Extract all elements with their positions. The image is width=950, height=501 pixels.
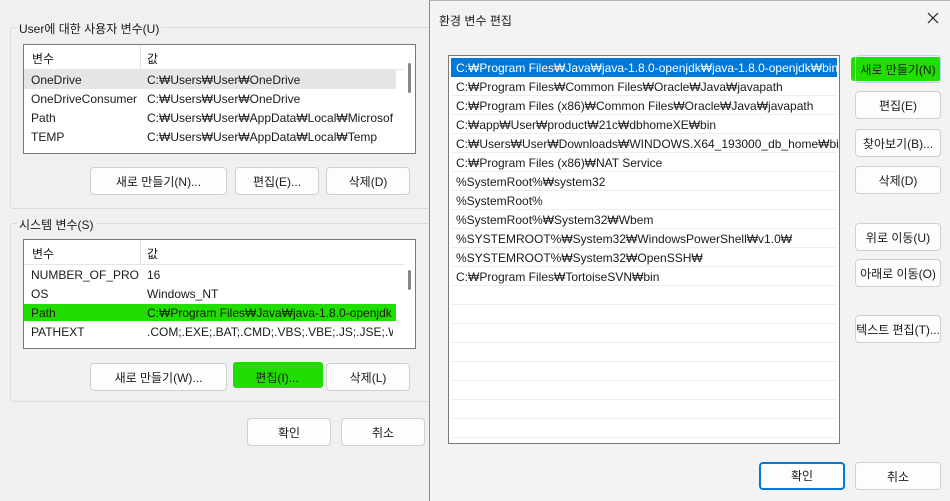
path-entry-text: C:₩Program Files (x86)₩Common Files₩Orac… [456, 99, 814, 113]
user-variables-list[interactable]: 변수 값 OneDrive C:₩Users₩User₩OneDrive One… [23, 44, 416, 154]
path-entry-text: %SYSTEMROOT%₩System32₩OpenSSH₩ [456, 251, 703, 265]
path-entry[interactable]: C:₩app₩User₩product₩21c₩dbhomeXE₩bin [451, 115, 837, 134]
system-delete-button[interactable]: 삭제(L) [326, 363, 410, 391]
system-variables-title: 시스템 변수(S) [17, 216, 96, 233]
path-entry[interactable]: %SystemRoot% [451, 191, 837, 210]
column-header-value[interactable]: 값 [147, 50, 158, 67]
list-header: 변수 값 [24, 45, 415, 70]
path-entry-text: C:₩Users₩User₩Downloads₩WINDOWS.X64_1930… [456, 137, 840, 151]
move-down-button[interactable]: 아래로 이동(O) [855, 259, 941, 287]
variable-value: C:₩Users₩User₩OneDrive [147, 73, 301, 87]
variable-name: Path [31, 111, 56, 125]
empty-row[interactable] [451, 381, 837, 400]
path-entry[interactable]: %SYSTEMROOT%₩System32₩OpenSSH₩ [451, 248, 837, 267]
move-up-button[interactable]: 위로 이동(U) [855, 223, 941, 251]
column-header-variable[interactable]: 변수 [32, 245, 54, 262]
list-header: 변수 값 [24, 240, 415, 265]
scrollbar-thumb[interactable] [408, 63, 411, 93]
path-entry-text: %SYSTEMROOT%₩System32₩WindowsPowerShell₩… [456, 232, 793, 246]
user-edit-button[interactable]: 편집(E)... [235, 167, 319, 195]
close-icon[interactable] [923, 8, 943, 28]
column-separator[interactable] [140, 240, 141, 264]
path-entry[interactable]: %SystemRoot%₩System32₩Wbem [451, 210, 837, 229]
variable-value: 16 [147, 268, 161, 282]
system-new-button[interactable]: 새로 만들기(W)... [90, 363, 227, 391]
path-entry-text: C:₩Program Files₩Common Files₩Oracle₩Jav… [456, 80, 783, 94]
variable-value: C:₩Users₩User₩AppData₩Local₩Temp [147, 130, 378, 144]
system-variables-list[interactable]: 변수 값 NUMBER_OF_PRO... 16 OS Windows_NT P… [23, 239, 416, 349]
variable-value: .COM;.EXE;.BAT;.CMD;.VBS;.VBE;.JS;.JSE;.… [147, 325, 393, 339]
vertical-scrollbar[interactable] [405, 45, 415, 153]
path-entry[interactable]: %SystemRoot%₩system32 [451, 172, 837, 191]
list-row-path-selected[interactable]: Path C:₩Program Files₩Java₩java-1.8.0-op… [24, 303, 396, 322]
path-entry-text: C:₩app₩User₩product₩21c₩dbhomeXE₩bin [456, 118, 717, 132]
variable-value: C:₩Users₩User₩OneDrive [147, 92, 301, 106]
path-entry-text: %SystemRoot% [456, 194, 543, 208]
list-row[interactable]: TEMP C:₩Users₩User₩AppData₩Local₩Temp [24, 127, 396, 146]
environment-variables-dialog: User에 대한 사용자 변수(U) 변수 값 OneDrive C:₩User… [0, 0, 432, 500]
delete-button[interactable]: 삭제(D) [855, 166, 941, 194]
path-entry[interactable]: C:₩Program Files (x86)₩Common Files₩Orac… [451, 96, 837, 115]
column-header-value[interactable]: 값 [147, 245, 158, 262]
variable-name: PATHEXT [31, 325, 85, 339]
vertical-scrollbar[interactable] [405, 240, 415, 348]
new-button[interactable]: 새로 만들기(N) [855, 55, 941, 83]
path-entry-text: C:₩Program Files (x86)₩NAT Service [456, 156, 663, 170]
system-edit-button[interactable]: 편집(I)... [237, 363, 317, 391]
empty-row[interactable] [451, 286, 837, 305]
variable-name: TEMP [31, 130, 65, 144]
list-row[interactable]: OneDrive C:₩Users₩User₩OneDrive [24, 70, 396, 89]
user-new-button[interactable]: 새로 만들기(N)... [90, 167, 227, 195]
list-row[interactable]: Path C:₩Users₩User₩AppData₩Local₩Microso… [24, 108, 396, 127]
path-entry[interactable]: %SYSTEMROOT%₩System32₩WindowsPowerShell₩… [451, 229, 837, 248]
path-entry-text: C:₩Program Files₩TortoiseSVN₩bin [456, 270, 660, 284]
empty-row[interactable] [451, 343, 837, 362]
user-delete-button[interactable]: 삭제(D) [326, 167, 410, 195]
list-row[interactable]: OS Windows_NT [24, 284, 396, 303]
cancel-button[interactable]: 취소 [855, 462, 941, 490]
variable-name: Path [31, 306, 56, 320]
ok-button[interactable]: 확인 [759, 462, 845, 490]
cancel-button[interactable]: 취소 [341, 418, 425, 446]
user-variables-title: User에 대한 사용자 변수(U) [17, 20, 162, 37]
path-entry-selected[interactable]: C:₩Program Files₩Java₩java-1.8.0-openjdk… [451, 58, 839, 77]
variable-name: OneDrive [31, 73, 82, 87]
variable-name: OS [31, 287, 49, 301]
path-entry-text: %SystemRoot%₩system32 [456, 175, 606, 189]
edit-button[interactable]: 편집(E) [855, 91, 941, 119]
column-header-variable[interactable]: 변수 [32, 50, 54, 67]
column-separator[interactable] [140, 45, 141, 69]
title-bar[interactable]: 환경 변수 편집 [430, 1, 950, 37]
list-row[interactable]: PATHEXT .COM;.EXE;.BAT;.CMD;.VBS;.VBE;.J… [24, 322, 396, 341]
edit-text-button[interactable]: 텍스트 편집(T)... [855, 315, 941, 343]
edit-environment-variable-dialog: 환경 변수 편집 C:₩Program Files₩Java₩java-1.8.… [429, 0, 950, 501]
empty-row[interactable] [451, 419, 837, 438]
path-entry-text: %SystemRoot%₩System32₩Wbem [456, 213, 654, 227]
empty-row[interactable] [451, 362, 837, 381]
variable-value: C:₩Users₩User₩AppData₩Local₩Microsoft... [147, 111, 393, 125]
variable-name: NUMBER_OF_PRO... [31, 268, 139, 282]
dialog-title: 환경 변수 편집 [439, 14, 512, 28]
variable-value: Windows_NT [147, 287, 219, 301]
variable-value: C:₩Program Files₩Java₩java-1.8.0-openjdk… [147, 306, 393, 320]
path-entry[interactable]: C:₩Program Files (x86)₩NAT Service [451, 153, 837, 172]
empty-row[interactable] [451, 305, 837, 324]
list-row[interactable]: OneDriveConsumer C:₩Users₩User₩OneDrive [24, 89, 396, 108]
path-entry-text: C:₩Program Files₩Java₩java-1.8.0-openjdk… [456, 61, 839, 75]
variable-name: OneDriveConsumer [31, 92, 138, 106]
path-entries-list[interactable]: C:₩Program Files₩Java₩java-1.8.0-openjdk… [448, 55, 840, 444]
ok-button[interactable]: 확인 [247, 418, 331, 446]
path-entry[interactable]: C:₩Program Files₩TortoiseSVN₩bin [451, 267, 837, 286]
scrollbar-thumb[interactable] [408, 270, 411, 290]
path-entry[interactable]: C:₩Users₩User₩Downloads₩WINDOWS.X64_1930… [451, 134, 840, 153]
empty-row[interactable] [451, 324, 837, 343]
empty-row[interactable] [451, 400, 837, 419]
list-row[interactable]: NUMBER_OF_PRO... 16 [24, 265, 396, 284]
path-entry[interactable]: C:₩Program Files₩Common Files₩Oracle₩Jav… [451, 77, 837, 96]
browse-button[interactable]: 찾아보기(B)... [855, 129, 941, 157]
